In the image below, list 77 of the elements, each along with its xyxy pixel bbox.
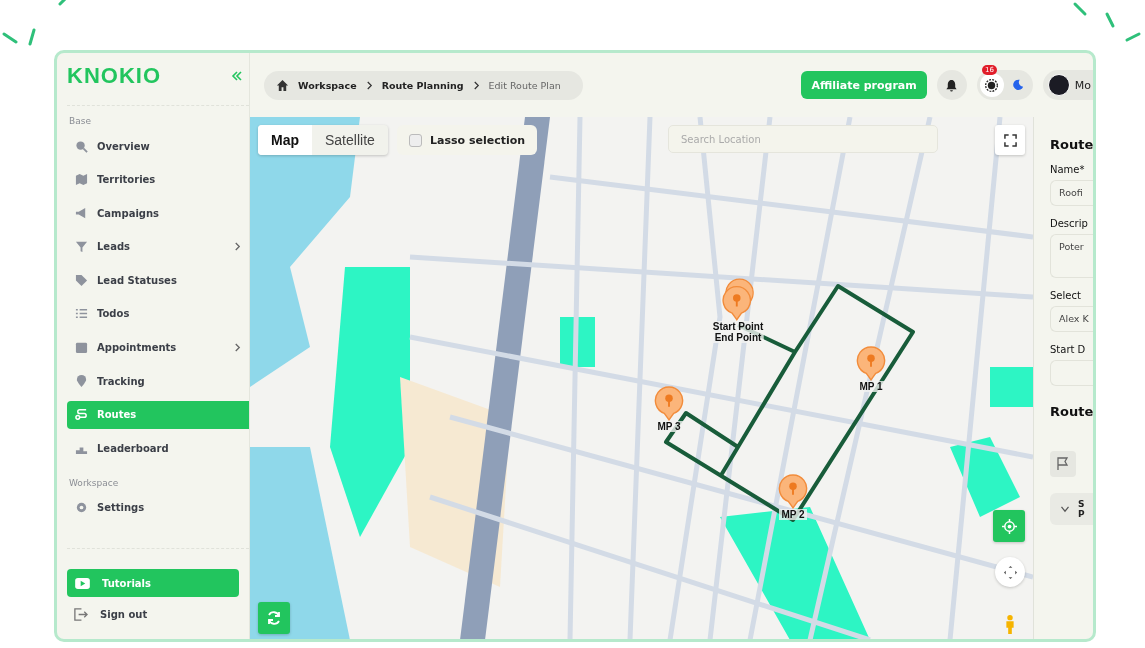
section-title: Workspace [69, 477, 120, 488]
lasso-label: Lasso selection [430, 133, 526, 147]
marker-label: MP 2 [779, 509, 807, 520]
video-icon [75, 577, 90, 589]
input-field[interactable]: Roofi [1050, 180, 1093, 206]
map-pin-icon[interactable] [856, 345, 886, 381]
refresh-icon [266, 610, 282, 626]
fullscreen-icon [1003, 133, 1017, 147]
notifications-button[interactable] [936, 70, 967, 100]
flag-icon [1056, 457, 1070, 471]
input-field[interactable] [1050, 360, 1093, 386]
map-pin-icon[interactable] [654, 385, 684, 421]
sun-icon[interactable] [979, 73, 1004, 97]
sign-out-button[interactable]: Sign out [67, 599, 249, 629]
nav-item[interactable]: Todos [67, 299, 249, 328]
section-title: Base [69, 116, 92, 126]
input-field[interactable]: Alex K [1050, 306, 1093, 332]
gear-icon [75, 501, 88, 515]
breadcrumb-link[interactable]: Edit Route Plan [488, 79, 561, 91]
flag-button[interactable] [1050, 451, 1076, 477]
map-icon [75, 173, 88, 187]
nav-item[interactable]: Appointments [67, 333, 249, 362]
stop-subtitle: P [1078, 509, 1085, 519]
arrows-icon [1002, 564, 1018, 580]
user-name: Mo [1074, 78, 1091, 92]
tag-icon [75, 273, 88, 287]
nav-item[interactable]: Overview [67, 132, 249, 160]
collapse-icon[interactable] [231, 70, 243, 82]
nav-item[interactable]: Lead Statuses [67, 266, 249, 295]
avatar [1047, 74, 1070, 96]
locate-button[interactable] [993, 510, 1025, 542]
location-pin-icon [75, 374, 88, 388]
nav-item[interactable]: Tracking [67, 367, 249, 396]
map-pin-icon[interactable] [778, 473, 808, 509]
route-icon [75, 408, 88, 422]
chevron-down-icon [1060, 505, 1070, 513]
input-field[interactable]: Poter [1050, 234, 1093, 278]
pegman-icon[interactable] [1004, 614, 1016, 634]
nav-item[interactable]: Campaigns [67, 199, 249, 228]
megaphone-icon [75, 206, 88, 220]
map-view-tab[interactable]: Satellite [312, 125, 388, 155]
home-icon[interactable] [276, 78, 289, 92]
field-label: Select [1050, 290, 1082, 301]
fullscreen-button[interactable] [995, 125, 1025, 155]
breadcrumb-link[interactable]: Workspace [298, 79, 357, 91]
field-label: Start D [1050, 344, 1087, 355]
section-title: Route [1050, 404, 1093, 419]
crosshair-icon [1001, 518, 1017, 534]
breadcrumb-link[interactable]: Route Planning [381, 79, 464, 91]
field-label: Name* [1050, 164, 1086, 175]
chevron-right-icon [472, 80, 480, 90]
checkbox[interactable] [409, 133, 422, 147]
chevron-right-icon [365, 80, 373, 90]
stop-title: S [1078, 499, 1085, 509]
bell-icon [945, 78, 959, 92]
stacked-pins-icon[interactable] [722, 277, 754, 321]
nav-item[interactable]: Settings [67, 493, 249, 522]
filter-icon [75, 240, 88, 254]
marker-label: Start Point [710, 321, 766, 332]
marker-label: MP 1 [857, 381, 885, 392]
map-view-tab[interactable]: Map [258, 125, 312, 155]
refresh-button[interactable] [258, 602, 290, 634]
search-icon [75, 139, 88, 153]
nav-item[interactable]: Territories [67, 165, 249, 194]
sign-out-icon [73, 606, 88, 622]
nav-item[interactable]: Leaderboard [67, 434, 249, 463]
field-label: Descrip [1050, 218, 1089, 229]
panel-title: Route [1050, 137, 1093, 152]
brand-logo: KNOKIO [67, 63, 161, 89]
list-icon [75, 307, 88, 321]
stop-card[interactable]: S P [1050, 493, 1093, 525]
lasso-toggle[interactable]: Lasso selection [397, 125, 538, 155]
user-chip[interactable]: Mo [1042, 70, 1093, 100]
nav-item[interactable]: Leads [67, 232, 249, 261]
marker-label: MP 3 [655, 421, 683, 432]
marker-label: End Point [712, 332, 764, 343]
search-field[interactable]: Search Location [668, 125, 938, 153]
